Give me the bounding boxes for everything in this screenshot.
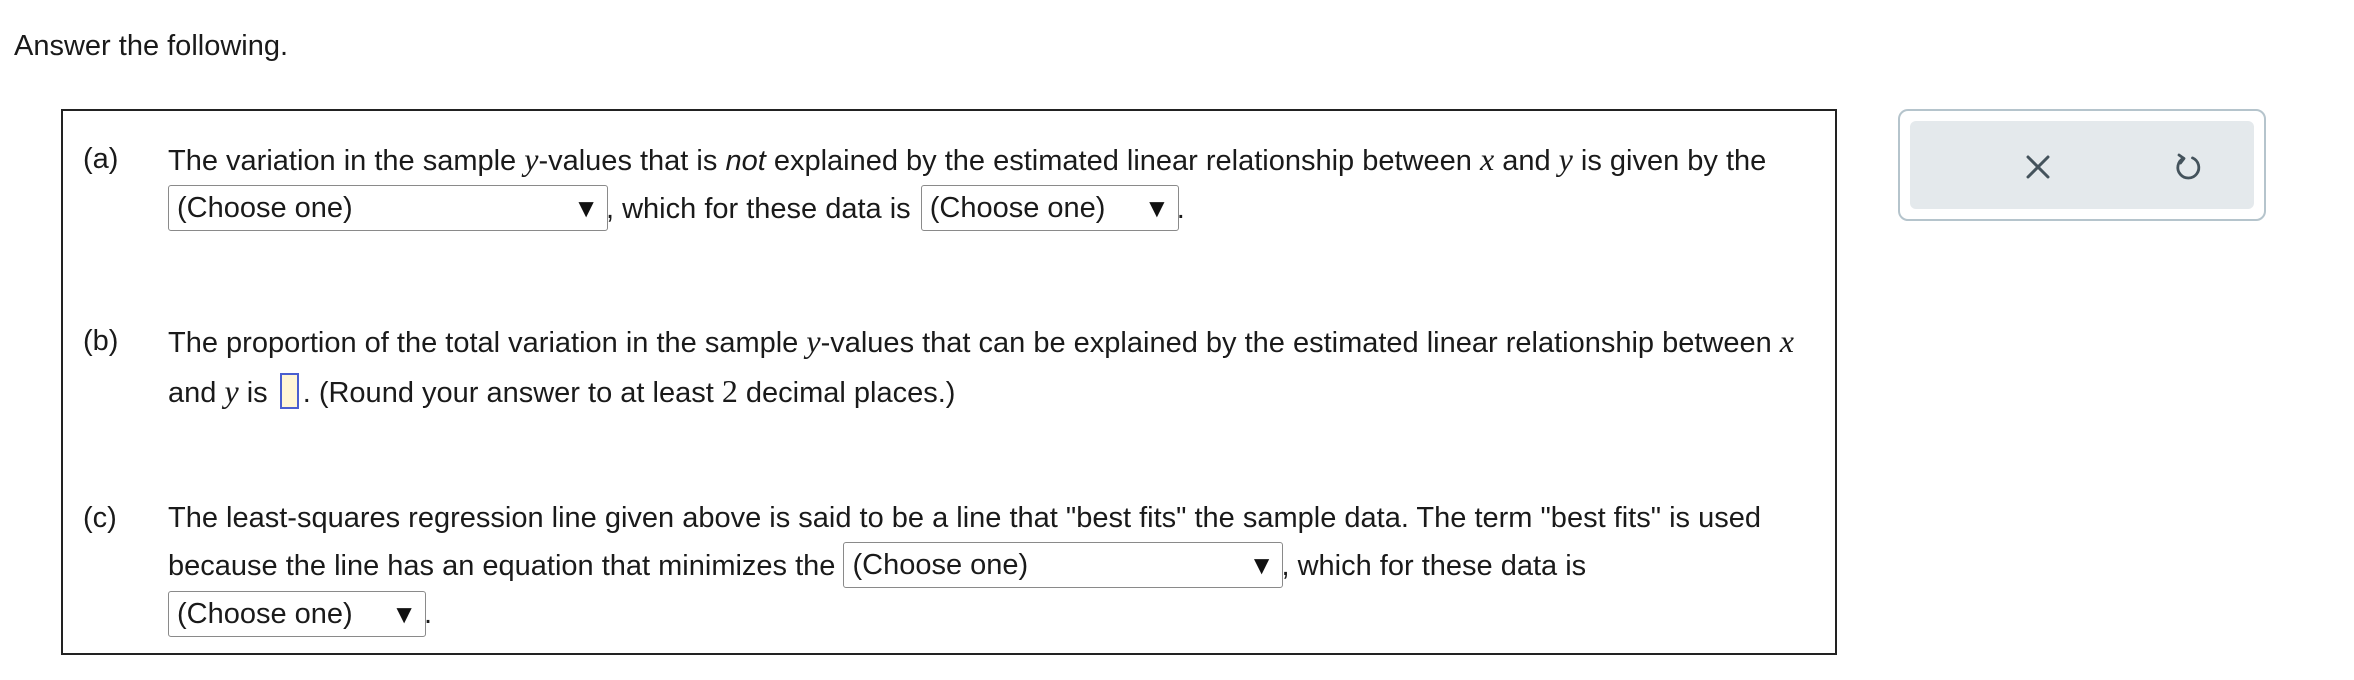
part-a-letter: (a) — [83, 143, 119, 175]
part-a-text-1: The variation in the sample — [168, 145, 525, 177]
part-b-text-1: The proportion of the total variation in… — [168, 327, 807, 359]
part-c-dropdown-2[interactable]: (Choose one) ▼ — [168, 590, 426, 637]
dropdown-value: (Choose one) — [852, 549, 1029, 582]
part-a-dropdown-2[interactable]: (Choose one) ▼ — [920, 185, 1179, 232]
part-b-text-5: . (Round your answer to at least — [302, 377, 722, 409]
part-a-text-2: -values that is — [538, 145, 726, 177]
instruction-text: Answer the following. — [14, 30, 289, 62]
math-var-x: x — [1479, 141, 1495, 177]
part-a-text-5: is given by the — [1572, 145, 1767, 177]
math-number: 2 — [721, 373, 738, 409]
part-c-text-2: , which for these data is — [1281, 550, 1587, 582]
tools-bar — [1910, 121, 2254, 209]
part-b-text-2: -values that can be explained by the est… — [820, 327, 1780, 359]
part-a-text: The variation in the sample y-values tha… — [168, 135, 1823, 233]
part-a-dropdown-1[interactable]: (Choose one) ▼ — [168, 185, 608, 232]
math-var-y: y — [806, 323, 821, 359]
part-b-text-4: is — [238, 377, 276, 409]
math-var-y: y — [1558, 141, 1573, 177]
clear-button[interactable] — [2018, 147, 2058, 187]
part-b-text-3: and — [168, 377, 225, 409]
dropdown-arrow-icon: ▼ — [1248, 550, 1275, 581]
dropdown-value: (Choose one) — [177, 192, 353, 225]
part-b-letter: (b) — [83, 325, 119, 357]
dropdown-arrow-icon: ▼ — [391, 598, 417, 629]
math-var-x: x — [1779, 323, 1794, 359]
part-a-text-4: and — [1494, 145, 1559, 177]
undo-button[interactable] — [2168, 147, 2208, 187]
x-icon — [2026, 155, 2050, 179]
part-c-text: The least-squares regression line given … — [168, 494, 1823, 639]
part-c-dropdown-1[interactable]: (Choose one) ▼ — [843, 542, 1284, 589]
dropdown-value: (Choose one) — [177, 597, 353, 630]
dropdown-arrow-icon: ▼ — [573, 193, 599, 224]
part-a-text-6: , which for these data is — [606, 193, 919, 225]
math-var-y: y — [224, 373, 239, 409]
undo-icon — [2176, 153, 2201, 180]
emphasis-not: not — [725, 145, 766, 177]
dropdown-value: (Choose one) — [929, 192, 1106, 225]
part-a-text-7: . — [1176, 193, 1185, 225]
part-a-text-3: explained by the estimated linear relati… — [765, 145, 1480, 177]
part-a: (a) The variation in the sample y-values… — [83, 135, 1823, 233]
answer-tools-panel — [1898, 109, 2266, 221]
dropdown-arrow-icon: ▼ — [1143, 193, 1170, 224]
part-b: (b) The proportion of the total variatio… — [83, 317, 1823, 417]
math-var-y: y — [524, 141, 539, 177]
part-c-text-3: . — [424, 598, 433, 631]
part-b-text: The proportion of the total variation in… — [168, 317, 1823, 417]
part-c-letter: (c) — [83, 502, 117, 534]
part-b-text-6: decimal places.) — [737, 377, 956, 409]
answer-input-box[interactable] — [279, 373, 299, 410]
question-box: (a) The variation in the sample y-values… — [61, 109, 1837, 655]
part-c: (c) The least-squares regression line gi… — [83, 494, 1823, 639]
